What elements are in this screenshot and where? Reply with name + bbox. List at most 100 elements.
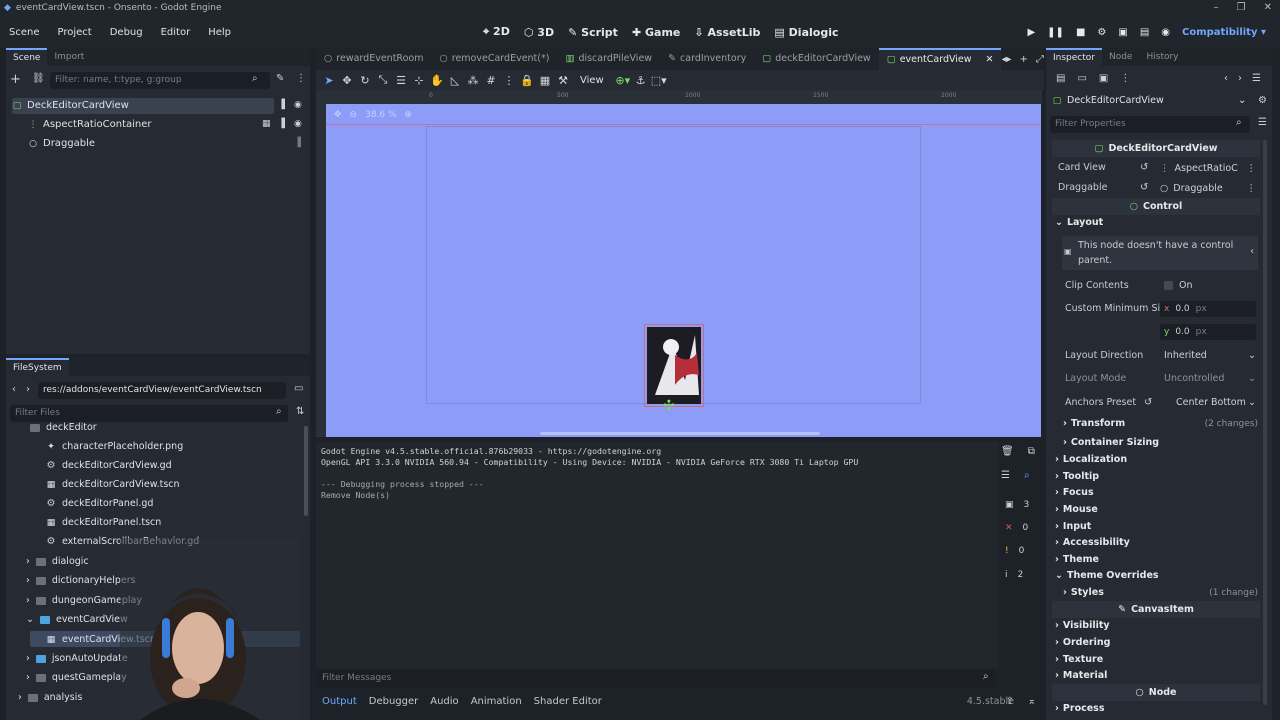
fs-file[interactable]: ✦ characterPlaceholder.png bbox=[46, 441, 183, 452]
search-icon[interactable]: ⌕ bbox=[1024, 470, 1030, 481]
fs-folder[interactable]: › dialogic bbox=[26, 556, 89, 567]
tab-scroll-icon[interactable]: ◂▸ bbox=[1001, 54, 1011, 65]
add-node-icon[interactable]: + bbox=[10, 72, 21, 87]
fs-file[interactable]: ▦ deckEditorPanel.tscn bbox=[46, 517, 162, 528]
min-size-y-input[interactable]: y 0.0 px bbox=[1160, 324, 1256, 340]
layout-preset-icon[interactable]: ⊕▾ bbox=[614, 74, 632, 87]
back-icon[interactable]: ‹ bbox=[12, 384, 16, 395]
scene-filter-input[interactable]: Filter: name, t:type, g:group bbox=[50, 72, 270, 89]
tab-inspector[interactable]: Inspector bbox=[1046, 48, 1102, 66]
category-ordering[interactable]: › Ordering bbox=[1055, 637, 1110, 648]
tab-discard-pile-view[interactable]: ▥ discardPileView bbox=[557, 48, 660, 70]
pivot-tool-icon[interactable]: ⊹ bbox=[410, 74, 428, 87]
save-resource-icon[interactable]: ▣ bbox=[1099, 73, 1108, 84]
back-icon[interactable]: ‹ bbox=[1224, 73, 1228, 84]
tab-shader-editor[interactable]: Shader Editor bbox=[528, 696, 608, 707]
rotate-tool-icon[interactable]: ↻ bbox=[356, 74, 374, 87]
filesystem-scrollbar[interactable] bbox=[304, 426, 308, 516]
tab-debugger[interactable]: Debugger bbox=[363, 696, 425, 707]
smart-snap-icon[interactable]: ⁂ bbox=[464, 74, 482, 87]
tab-remove-card-event[interactable]: ○ removeCardEvent(*) bbox=[431, 48, 557, 70]
filter-warnings-toggle[interactable]: ! 0 bbox=[1001, 542, 1039, 559]
play-scene-icon[interactable]: ▣ bbox=[1118, 27, 1127, 38]
collapse-icon[interactable]: ☰ bbox=[1001, 470, 1010, 481]
category-tooltip[interactable]: › Tooltip bbox=[1055, 471, 1099, 482]
list-select-icon[interactable]: ☰ bbox=[392, 74, 410, 87]
close-icon[interactable]: ✕ bbox=[1264, 2, 1272, 13]
maximize-icon[interactable]: ❐ bbox=[1237, 2, 1246, 13]
script-attached-icon[interactable]: ▐ bbox=[278, 100, 285, 110]
select-tool-icon[interactable]: ➤ bbox=[320, 74, 338, 87]
clapper-icon[interactable]: ▦ bbox=[262, 119, 271, 129]
filter-tool-icon[interactable]: ✎ bbox=[276, 73, 284, 84]
revert-icon[interactable]: ↺ bbox=[1140, 162, 1148, 173]
filter-messages-input[interactable]: Filter Messages bbox=[316, 670, 996, 687]
tree-node-draggable[interactable]: ○ Draggable bbox=[28, 138, 95, 149]
menu-editor[interactable]: Editor bbox=[152, 27, 200, 38]
movie-icon[interactable]: ◉ bbox=[1161, 27, 1170, 38]
subcategory-container-sizing[interactable]: › Container Sizing bbox=[1063, 437, 1159, 448]
collapse-icon[interactable]: ‹ bbox=[1250, 244, 1254, 259]
inspector-scrollbar[interactable] bbox=[1263, 140, 1267, 705]
center-view-icon[interactable]: ✥ bbox=[334, 110, 342, 120]
link-icon[interactable]: ⛓ bbox=[32, 73, 45, 84]
subcategory-transform[interactable]: › Transform bbox=[1063, 418, 1125, 429]
menu-help[interactable]: Help bbox=[199, 27, 240, 38]
ruler-tool-icon[interactable]: ◺ bbox=[446, 74, 464, 87]
category-input[interactable]: › Input bbox=[1055, 521, 1091, 532]
layout-mode-select[interactable]: Uncontrolled ⌄ bbox=[1164, 373, 1256, 384]
viewport-scrollbar[interactable] bbox=[540, 432, 820, 435]
category-focus[interactable]: › Focus bbox=[1055, 487, 1094, 498]
filter-properties-input[interactable]: Filter Properties bbox=[1050, 116, 1250, 133]
visibility-eye-icon[interactable]: ◉ bbox=[294, 100, 302, 110]
subcategory-styles[interactable]: › Styles bbox=[1063, 587, 1104, 598]
workspace-dialogic[interactable]: ▤ Dialogic bbox=[774, 26, 838, 39]
move-tool-icon[interactable]: ✥ bbox=[338, 74, 356, 87]
tab-scene[interactable]: Scene bbox=[6, 48, 48, 66]
category-visibility[interactable]: › Visibility bbox=[1055, 620, 1110, 631]
tab-audio[interactable]: Audio bbox=[424, 696, 464, 707]
fs-folder[interactable]: › jsonAutoUpdate bbox=[26, 653, 128, 664]
filter-files-input[interactable]: Filter Files bbox=[10, 405, 288, 422]
tab-animation[interactable]: Animation bbox=[465, 696, 528, 707]
menu-scene[interactable]: Scene bbox=[0, 27, 49, 38]
distraction-free-icon[interactable]: ⤢ bbox=[1036, 54, 1044, 65]
category-material[interactable]: › Material bbox=[1055, 670, 1107, 681]
zoom-level[interactable]: 38.6 % bbox=[365, 110, 396, 120]
lock-icon[interactable]: 🔒 bbox=[518, 74, 536, 87]
tree-node-aspectratiocontainer[interactable]: ⋮ AspectRatioContainer bbox=[28, 119, 152, 130]
anchor-handle-icon[interactable]: ✣ bbox=[663, 398, 675, 414]
category-theme[interactable]: › Theme bbox=[1055, 554, 1099, 565]
snap-options-icon[interactable]: ⋮ bbox=[500, 74, 518, 87]
category-accessibility[interactable]: › Accessibility bbox=[1055, 537, 1130, 548]
fs-file[interactable]: ⚙ deckEditorPanel.gd bbox=[46, 498, 154, 509]
tab-filesystem[interactable]: FileSystem bbox=[6, 358, 69, 376]
sort-icon[interactable]: ⇅ bbox=[296, 406, 304, 417]
tab-node[interactable]: Node bbox=[1102, 48, 1140, 66]
workspace-2d[interactable]: ⌖ 2D bbox=[483, 25, 510, 39]
tab-card-inventory[interactable]: ✎ cardInventory bbox=[660, 48, 754, 70]
tab-deck-editor-card-view[interactable]: ▢ deckEditorCardView bbox=[754, 48, 878, 70]
clear-output-icon[interactable]: 🗑 bbox=[1001, 446, 1014, 457]
remote-debug-icon[interactable]: ⚙ bbox=[1097, 27, 1106, 38]
min-size-x-input[interactable]: x 0.0 px bbox=[1160, 301, 1256, 317]
tab-output[interactable]: Output bbox=[316, 696, 363, 707]
filter-info-toggle[interactable]: i2 bbox=[1001, 566, 1039, 583]
object-settings-icon[interactable]: ⚙ bbox=[1258, 95, 1267, 106]
filter-settings-icon[interactable]: ☰ bbox=[1258, 117, 1267, 128]
tab-import[interactable]: Import bbox=[47, 48, 91, 66]
menu-debug[interactable]: Debug bbox=[101, 27, 152, 38]
zoom-out-icon[interactable]: ⊖ bbox=[350, 110, 358, 120]
fs-folder-deckeditor[interactable]: deckEditor bbox=[30, 422, 97, 433]
fs-folder[interactable]: › questGameplay bbox=[26, 672, 127, 683]
anchors-preset-select[interactable]: Center Bottom ⌄ bbox=[1164, 397, 1256, 408]
category-theme-overrides[interactable]: ⌄ Theme Overrides bbox=[1055, 570, 1159, 581]
scene-menu-icon[interactable]: ⋮ bbox=[296, 73, 306, 84]
card-selection[interactable] bbox=[644, 324, 704, 407]
more-icon[interactable]: ⋮ bbox=[1120, 73, 1130, 84]
renderer-select[interactable]: Compatibility ▾ bbox=[1182, 27, 1266, 38]
pin-icon[interactable]: ⇧ bbox=[1006, 696, 1014, 707]
fs-file[interactable]: ▦ deckEditorCardView.tscn bbox=[46, 479, 180, 490]
play-custom-icon[interactable]: ▤ bbox=[1140, 27, 1149, 38]
container-sizing-icon[interactable]: ⬚▾ bbox=[650, 74, 668, 87]
